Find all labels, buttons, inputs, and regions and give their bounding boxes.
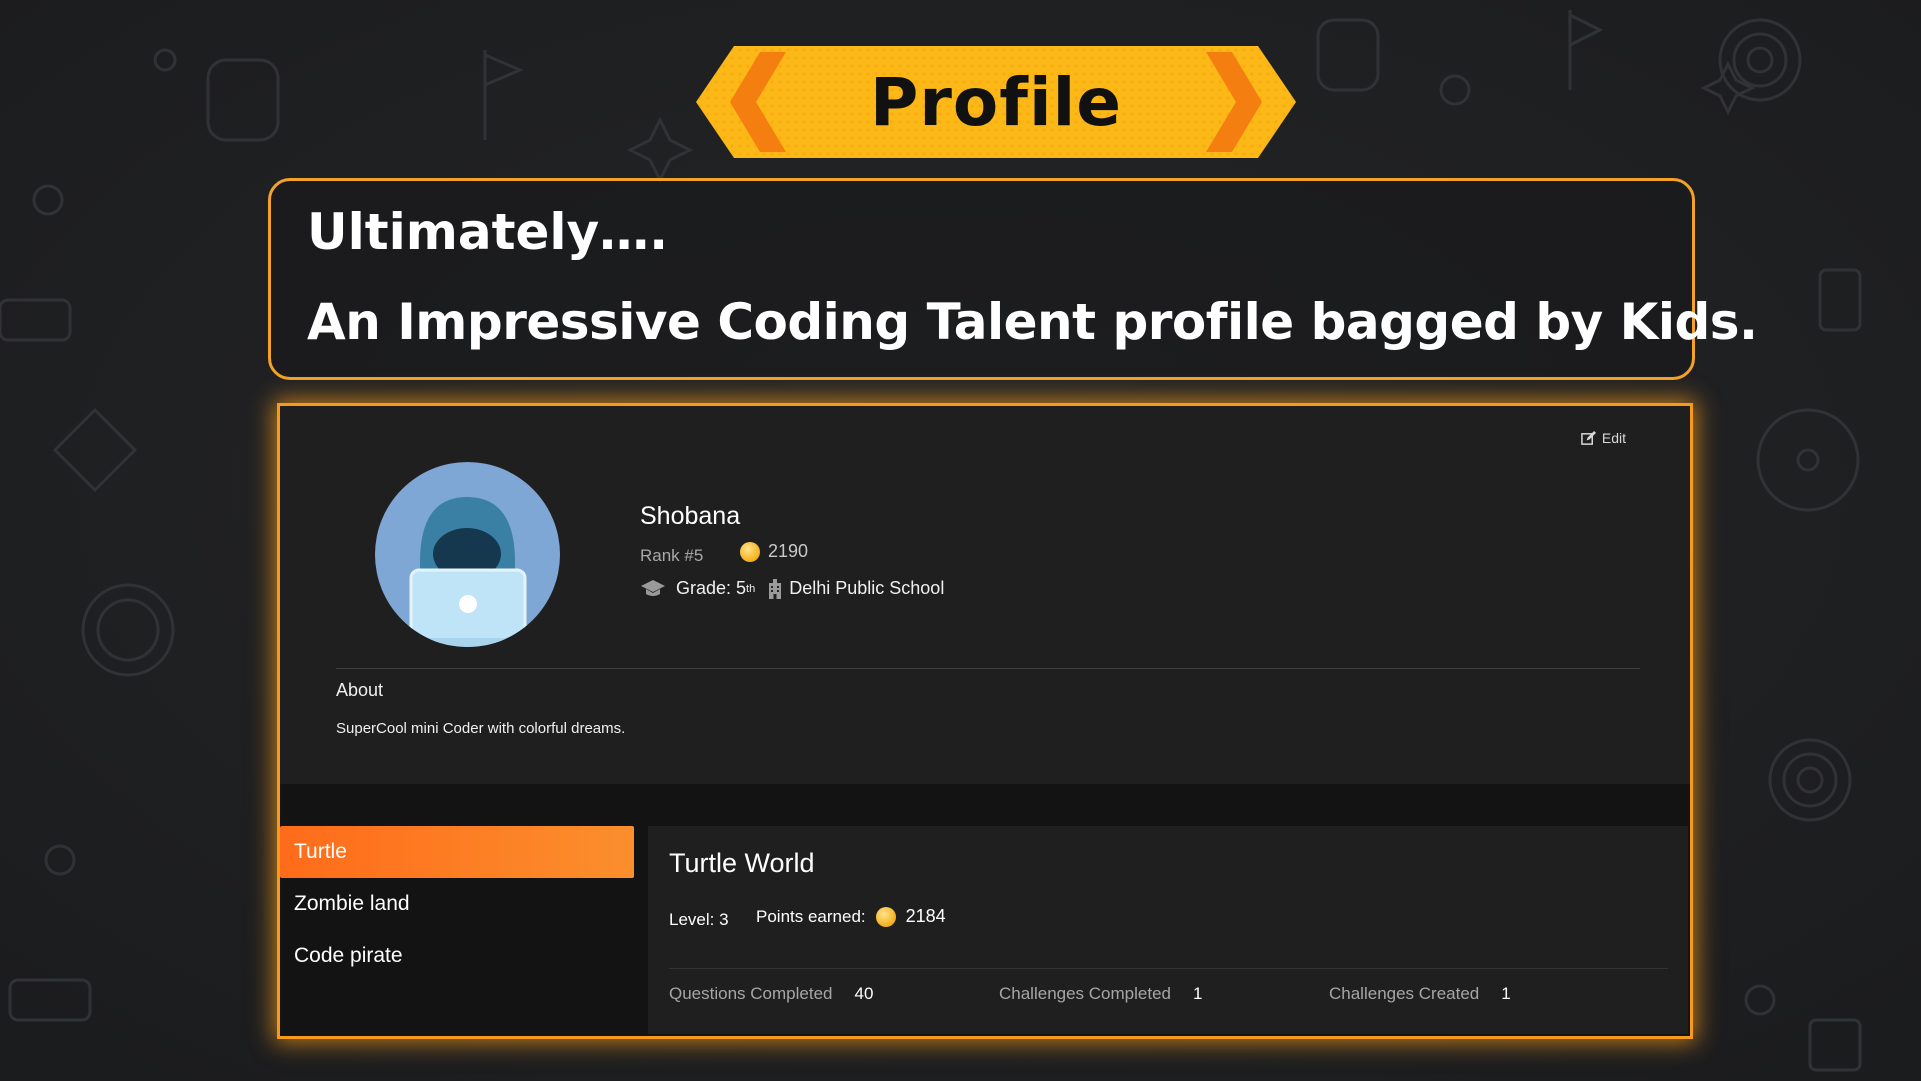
stat-value: 40	[854, 984, 874, 1003]
world-tab-turtle[interactable]: Turtle	[280, 826, 634, 878]
coin-icon	[875, 906, 896, 927]
user-rank: Rank #5	[640, 546, 704, 565]
headline-box: Ultimately…. An Impressive Coding Talent…	[268, 178, 1758, 380]
points-value: 2184	[905, 906, 946, 926]
stat-challenges-created: Challenges Created 1	[1329, 984, 1511, 1004]
world-tab-zombie-land[interactable]: Zombie land	[280, 878, 634, 930]
edit-label: Edit	[1601, 430, 1626, 446]
coin-balance: 2190	[740, 541, 808, 562]
edit-button[interactable]: Edit	[1581, 430, 1626, 446]
banner-title: Profile	[870, 63, 1122, 141]
school-name: Delhi Public School	[789, 578, 945, 598]
edit-icon	[1581, 430, 1596, 445]
profile-card: Edit Shobana Rank #5 2190 Grade: 5th Del…	[280, 406, 1690, 1036]
stat-label: Challenges Created	[1329, 984, 1480, 1003]
worlds-sidebar: Turtle Zombie land Code pirate	[280, 826, 634, 982]
grade-school-row: Grade: 5th Delhi Public School	[640, 578, 944, 599]
avatar	[375, 462, 560, 647]
profile-banner: Profile	[696, 46, 1296, 158]
world-level: Level: 3	[669, 910, 729, 929]
about-heading: About	[336, 680, 384, 700]
graduation-cap-icon	[641, 579, 665, 596]
coin-icon	[740, 541, 760, 562]
world-detail-panel: Turtle World Level: 3 Points earned: 218…	[648, 826, 1688, 1034]
stat-questions-completed: Questions Completed 40	[669, 984, 873, 1004]
points-label: Points earned:	[756, 906, 866, 926]
user-name: Shobana	[640, 502, 741, 530]
stat-value: 1	[1193, 984, 1203, 1003]
profile-divider	[336, 668, 1640, 669]
stat-challenges-completed: Challenges Completed 1	[999, 984, 1202, 1004]
coder-avatar-icon	[401, 497, 535, 647]
headline-line-1: Ultimately….	[307, 203, 669, 261]
about-text: SuperCool mini Coder with colorful dream…	[336, 720, 626, 737]
world-title: Turtle World	[669, 848, 815, 878]
stat-label: Questions Completed	[669, 984, 833, 1003]
world-tab-code-pirate[interactable]: Code pirate	[280, 930, 634, 982]
school-building-icon	[769, 578, 782, 599]
stat-value: 1	[1501, 984, 1511, 1003]
grade-suffix: th	[746, 582, 756, 595]
points-earned: Points earned: 2184	[756, 906, 946, 927]
stat-label: Challenges Completed	[999, 984, 1171, 1003]
coin-count: 2190	[768, 541, 809, 561]
detail-divider	[669, 968, 1668, 969]
grade-label: Grade: 5	[676, 578, 747, 598]
headline-line-2: An Impressive Coding Talent profile bagg…	[307, 293, 1758, 351]
